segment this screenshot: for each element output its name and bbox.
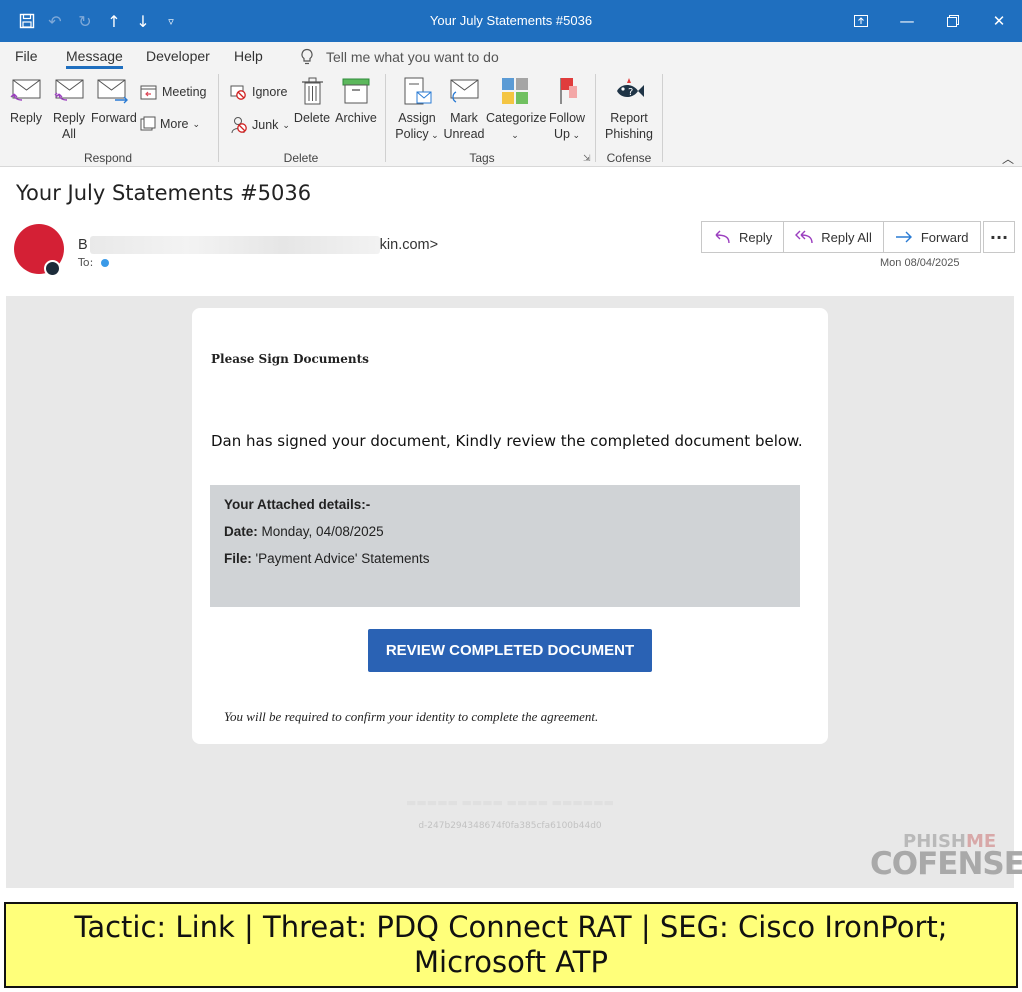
reply-button[interactable]: Reply xyxy=(8,76,44,126)
respond-group-label: Respond xyxy=(83,151,133,165)
trash-icon xyxy=(302,77,323,105)
attached-details-box: Your Attached details:- Date: Monday, 04… xyxy=(210,485,800,607)
forward-icon xyxy=(97,79,128,104)
delete-group-label: Delete xyxy=(283,151,319,165)
sender-initial: B xyxy=(78,236,88,253)
details-file: File: 'Payment Advice' Statements xyxy=(224,551,430,566)
junk-button[interactable]: Junk ⌄ xyxy=(230,116,290,134)
phishing-fish-icon: ? xyxy=(617,78,644,98)
footer-redacted: ▬▬▬▬▬ ▬▬▬▬ ▬▬▬▬ ▬▬▬▬▬▬ xyxy=(406,796,614,809)
ribbon-separator xyxy=(662,74,663,162)
close-icon[interactable]: ✕ xyxy=(984,8,1014,34)
svg-text:?: ? xyxy=(628,87,633,98)
lightbulb-icon xyxy=(301,48,313,65)
reply-arrow-icon xyxy=(715,230,730,244)
ribbon-display-icon[interactable] xyxy=(846,8,876,34)
tell-me-text: Tell me what you want to do xyxy=(326,49,499,65)
report-phishing-button[interactable]: ? Report Phishing xyxy=(604,76,654,142)
ribbon-tabs: File Message Developer Help Tell me what… xyxy=(0,42,1022,70)
email-card: Please Sign Documents Dan has signed you… xyxy=(192,308,828,744)
message-subject: Your July Statements #5036 xyxy=(16,181,312,205)
recipient-status-dot xyxy=(101,258,110,267)
dialog-launcher-icon[interactable]: ⇲ xyxy=(583,153,591,164)
identity-note: You will be required to confirm your ide… xyxy=(224,709,599,724)
recipient-line: To: xyxy=(78,256,110,269)
ignore-icon xyxy=(230,85,246,100)
ribbon-separator xyxy=(385,74,386,162)
ribbon: Reply Reply All Forward Meeting More ⌄ Re… xyxy=(0,70,1022,167)
sender-line[interactable]: Bkin.com> xyxy=(78,236,438,254)
archive-icon xyxy=(342,78,370,104)
reply-action-button[interactable]: Reply xyxy=(702,222,785,252)
to-label: To: xyxy=(78,256,94,269)
collapse-ribbon-icon[interactable]: ︿ xyxy=(1002,150,1014,167)
envelope-icon xyxy=(450,79,479,103)
title-bar: ↶ ↻ ↑ ↓ ▿ Your July Statements #5036 — ✕ xyxy=(0,0,1022,42)
presence-indicator xyxy=(44,260,61,277)
email-message: Dan has signed your document, Kindly rev… xyxy=(211,432,803,450)
reply-all-arrow-icon xyxy=(795,230,813,244)
forward-arrow-icon xyxy=(895,231,912,243)
more-respond-icon xyxy=(140,116,156,131)
email-heading: Please Sign Documents xyxy=(211,352,369,366)
review-document-button[interactable]: REVIEW COMPLETED DOCUMENT xyxy=(368,629,652,672)
details-title: Your Attached details:- xyxy=(224,497,371,512)
follow-up-button[interactable]: Follow Up ⌄ xyxy=(547,76,587,143)
tab-help[interactable]: Help xyxy=(234,48,263,64)
details-date: Date: Monday, 04/08/2025 xyxy=(224,524,384,539)
mark-unread-button[interactable]: Mark Unread xyxy=(443,76,485,142)
sender-redacted xyxy=(89,236,380,254)
message-date: Mon 08/04/2025 xyxy=(880,257,960,269)
ribbon-separator xyxy=(595,74,596,162)
reply-all-icon xyxy=(54,79,84,101)
cofense-watermark: COFENSE xyxy=(870,846,1022,882)
message-actions: Reply Reply All Forward xyxy=(701,221,981,253)
assign-policy-button[interactable]: Assign Policy ⌄ xyxy=(394,76,440,143)
delete-button[interactable]: Delete xyxy=(293,76,331,126)
more-actions-icon[interactable]: ··· xyxy=(983,221,1015,253)
flag-icon xyxy=(560,78,577,104)
minimize-icon[interactable]: — xyxy=(892,8,922,34)
restore-icon[interactable] xyxy=(938,8,968,34)
tell-me-search[interactable]: Tell me what you want to do xyxy=(300,48,499,66)
categorize-button[interactable]: Categorize ⌄ xyxy=(486,76,546,143)
sender-address-suffix: kin.com> xyxy=(379,236,439,253)
threat-banner: Tactic: Link | Threat: PDQ Connect RAT |… xyxy=(4,902,1018,988)
more-respond-button[interactable]: More ⌄ xyxy=(140,116,200,132)
reply-icon xyxy=(10,79,41,101)
ribbon-separator xyxy=(218,74,219,162)
cofense-group-label: Cofense xyxy=(606,151,652,165)
forward-action-button[interactable]: Forward xyxy=(884,222,980,252)
ignore-button[interactable]: Ignore xyxy=(230,84,287,100)
reply-all-button[interactable]: Reply All xyxy=(50,76,88,142)
assign-policy-icon xyxy=(404,77,432,105)
archive-button[interactable]: Archive xyxy=(334,76,378,126)
categorize-icon xyxy=(502,78,528,104)
tab-developer[interactable]: Developer xyxy=(146,48,210,64)
forward-button[interactable]: Forward xyxy=(91,76,137,126)
footer-message-id: d-247b294348674f0fa385cfa6100b44d0 xyxy=(418,821,602,831)
tags-group-label: Tags xyxy=(469,151,495,165)
tab-file[interactable]: File xyxy=(15,48,38,64)
tab-message[interactable]: Message xyxy=(66,48,123,69)
junk-icon xyxy=(231,117,247,134)
calendar-reply-icon xyxy=(140,85,157,100)
reply-all-action-button[interactable]: Reply All xyxy=(784,222,884,252)
meeting-button[interactable]: Meeting xyxy=(140,84,206,100)
